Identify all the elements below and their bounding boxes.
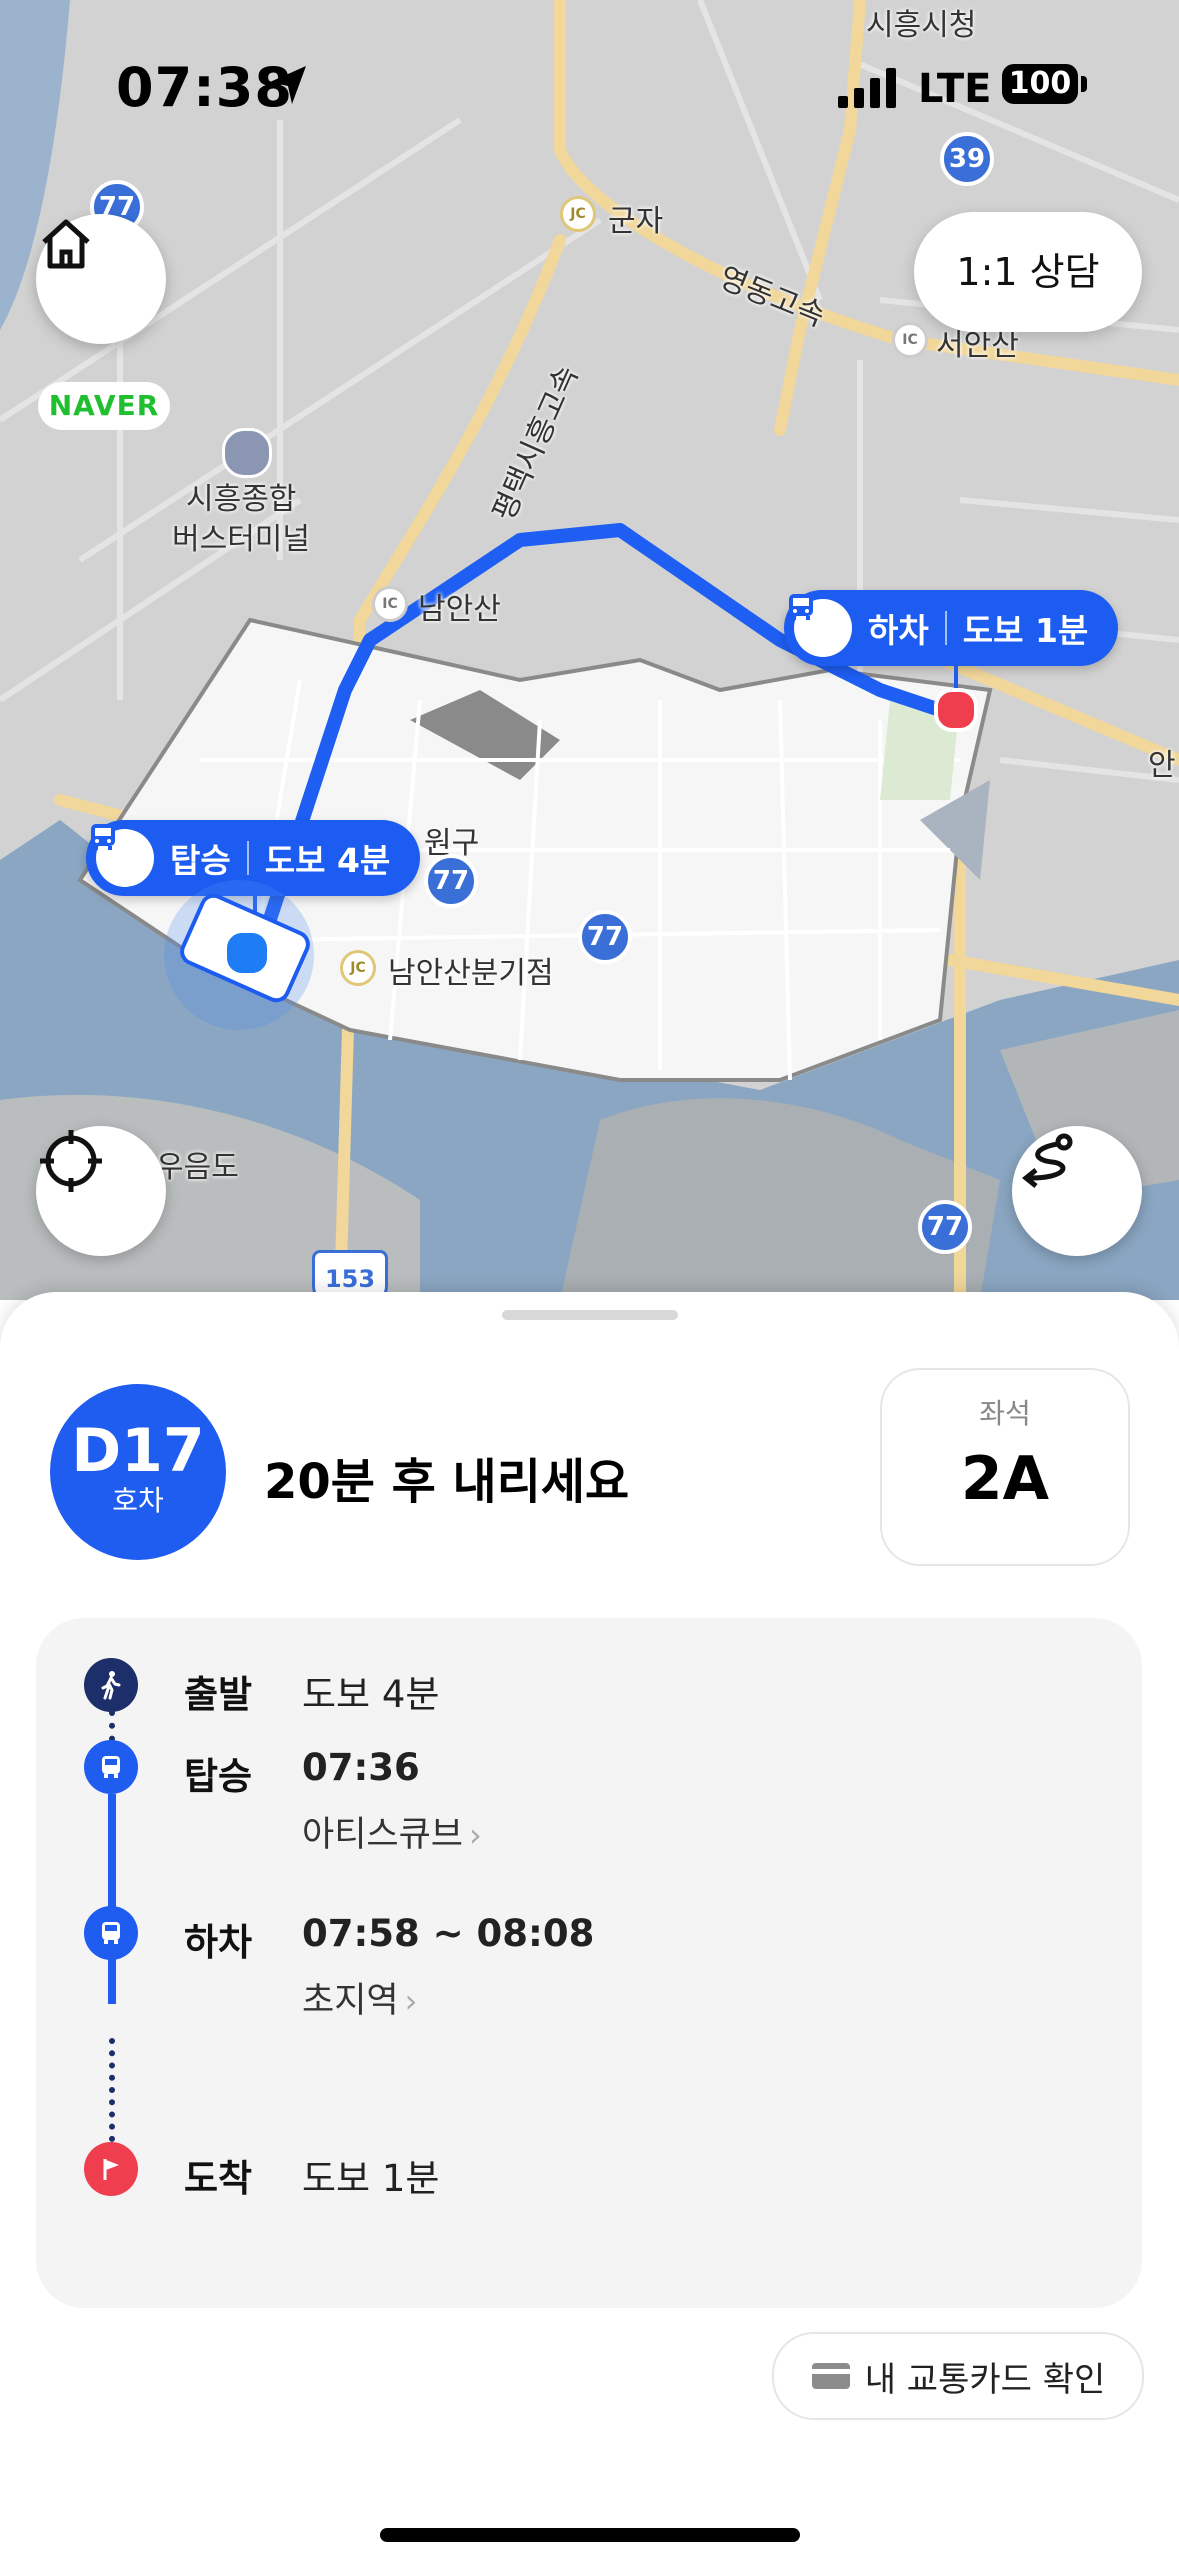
- jc-marker-icon: JC: [340, 950, 376, 986]
- alighting-pill-walk: 도보 1분: [962, 611, 1089, 650]
- ride-info-sheet: D17 호차 20분 후 내리세요 좌석 2A 출발 도보 4분 탑승 07:3…: [0, 1292, 1179, 2556]
- step-arrival-label: 도착: [184, 2157, 253, 2200]
- ic-marker-icon: IC: [892, 322, 928, 358]
- step-boarding: 탑승 07:36 아티스큐브 ›: [36, 1740, 1142, 1860]
- route-77-badge: 77: [918, 1200, 972, 1254]
- route-39-badge: 39: [940, 132, 994, 186]
- step-alighting-label: 하차: [184, 1921, 253, 1964]
- step-departure-value: 도보 4분: [302, 1673, 440, 1716]
- step-departure-label: 출발: [184, 1673, 253, 1716]
- map-label-namansan-ic: 남안산: [418, 592, 501, 627]
- bus-number-suffix: 호차: [112, 1484, 164, 1517]
- map-label-ueumdo: 우음도: [156, 1150, 239, 1185]
- route-77-badge: 77: [424, 854, 478, 908]
- bus-icon: [789, 594, 852, 657]
- seat-value: 2A: [960, 1444, 1050, 1514]
- map-label-namansan-jc: 남안산분기점: [388, 956, 554, 991]
- home-button[interactable]: [36, 214, 166, 344]
- seat-label: 좌석: [979, 1397, 1031, 1430]
- map-label-siheung-city-hall: 시흥시청: [866, 8, 977, 43]
- ic-marker-icon: IC: [372, 586, 408, 622]
- step-boarding-stop-link[interactable]: 아티스큐브 ›: [302, 1806, 482, 1857]
- signal-icon: [838, 68, 896, 108]
- jc-marker-icon: JC: [560, 196, 596, 232]
- map-label-bus-terminal-line2: 버스터미널: [172, 522, 310, 557]
- alighting-pill-label: 하차: [868, 611, 929, 650]
- seat-card: 좌석 2A: [880, 1368, 1130, 1566]
- step-departure: 출발 도보 4분: [36, 1658, 1142, 1728]
- map-view[interactable]: 시흥시청 군자 영동고속 서안산 평택시흥고속 시흥종합 버스터미널 남안산 원…: [0, 0, 1179, 1300]
- alighting-pill[interactable]: 하차 도보 1분: [784, 590, 1119, 666]
- arrival-headline: 20분 후 내리세요: [264, 1454, 630, 1510]
- chevron-right-icon: ›: [469, 1816, 482, 1854]
- naver-logo: NAVER: [38, 382, 170, 430]
- battery-icon: 100: [1002, 64, 1078, 104]
- step-arrival-value: 도보 1분: [302, 2157, 440, 2200]
- step-boarding-label: 탑승: [184, 1755, 253, 1798]
- check-transit-card-button[interactable]: 내 교통카드 확인: [772, 2332, 1144, 2420]
- flag-icon: [84, 2142, 138, 2196]
- consult-button[interactable]: 1:1 상담: [914, 212, 1142, 332]
- step-arrival: 도착 도보 1분: [36, 2142, 1142, 2212]
- walk-icon: [84, 1658, 138, 1712]
- bus-number-badge: D17 호차: [50, 1384, 226, 1560]
- route-overview-button[interactable]: [1012, 1126, 1142, 1256]
- bus-icon: [84, 1906, 138, 1960]
- boarding-pill-label: 탑승: [170, 841, 231, 880]
- map-label-gunja: 군자: [608, 204, 664, 239]
- boarding-pill-walk: 도보 4분: [264, 841, 391, 880]
- route-77-badge: 77: [578, 910, 632, 964]
- check-transit-card-label: 내 교통카드 확인: [864, 2359, 1106, 2400]
- step-alighting-time: 07:58 ~ 08:08: [302, 1912, 595, 1955]
- bus-icon: [91, 824, 154, 887]
- home-indicator[interactable]: [380, 2528, 800, 2542]
- crosshair-icon: [40, 1130, 102, 1192]
- trip-steps-card: 출발 도보 4분 탑승 07:36 아티스큐브 › 하차 07:58 ~ 08:0…: [36, 1618, 1142, 2308]
- step-alighting: 하차 07:58 ~ 08:08 초지역 ›: [36, 1906, 1142, 2026]
- step-boarding-time: 07:36: [302, 1746, 420, 1789]
- home-icon: [42, 219, 90, 269]
- step-alighting-stop: 초지역: [302, 1981, 399, 2021]
- map-label-bus-terminal-line1: 시흥종합: [186, 482, 297, 517]
- walk-connector: [109, 2038, 115, 2142]
- step-boarding-stop: 아티스큐브: [302, 1815, 464, 1855]
- bus-terminal-icon: [222, 428, 272, 478]
- sheet-drag-handle[interactable]: [502, 1310, 678, 1320]
- chevron-right-icon: ›: [404, 1982, 418, 2020]
- current-location-dot: [222, 928, 272, 978]
- map-label-an: 안: [1148, 748, 1176, 783]
- location-arrow-icon: [270, 66, 306, 104]
- locate-me-button[interactable]: [36, 1126, 166, 1256]
- network-type: LTE: [918, 66, 992, 112]
- bus-icon: [84, 1740, 138, 1794]
- step-alighting-stop-link[interactable]: 초지역 ›: [302, 1972, 417, 2023]
- destination-marker-icon: [934, 688, 978, 732]
- card-icon: [811, 2363, 850, 2389]
- status-bar: 07:38 LTE 100: [0, 50, 1179, 130]
- bus-number: D17: [71, 1416, 205, 1486]
- route-icon: [1021, 1133, 1073, 1188]
